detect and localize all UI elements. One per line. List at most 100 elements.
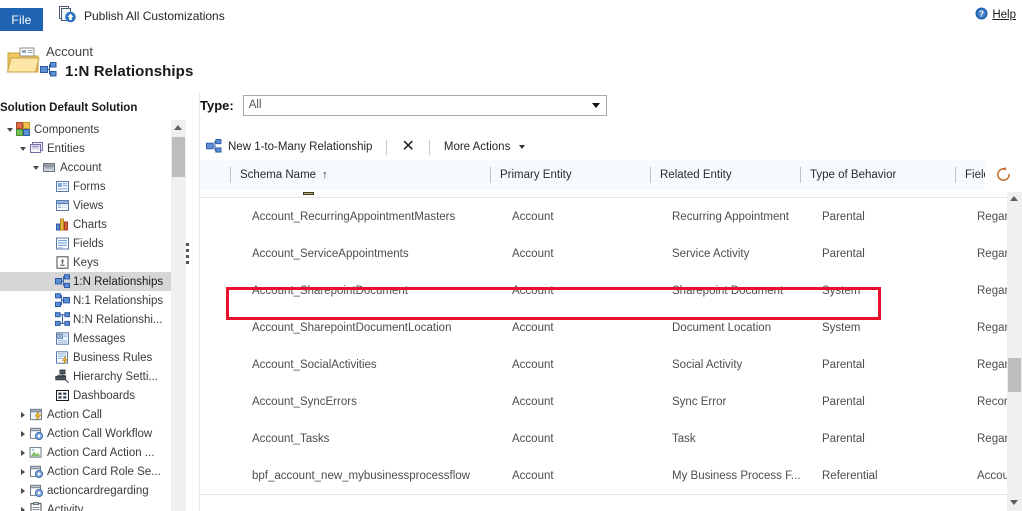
- page-header: Account 1:N Relationships: [0, 40, 1022, 126]
- scroll-up-arrow-icon[interactable]: [1010, 196, 1018, 201]
- sort-ascending-icon: ↑: [322, 169, 328, 181]
- many-to-one-icon: [54, 291, 71, 310]
- solution-tree-pane: Components Entities Account Forms Views Chart…: [0, 120, 171, 511]
- messages-icon: A: [54, 329, 71, 348]
- chevron-down-icon: [591, 102, 600, 108]
- sidebar-item-action-card-action[interactable]: Action Card Action ...: [0, 443, 171, 462]
- column-header-label: Primary Entity: [500, 169, 572, 181]
- cell-related-entity: My Business Process F...: [672, 469, 801, 482]
- sidebar-item-activity[interactable]: Activity: [0, 500, 171, 511]
- table-row[interactable]: Account_Tasks Account Task Parental Regard: [200, 420, 1015, 458]
- sidebar-item-charts[interactable]: Charts: [0, 215, 171, 234]
- sidebar-item-forms[interactable]: Forms: [0, 177, 171, 196]
- entity-gear-icon: [28, 462, 45, 481]
- column-divider: [490, 167, 491, 183]
- cell-related-entity: Task: [672, 432, 696, 445]
- sidebar-item-keys[interactable]: Keys: [0, 253, 171, 272]
- table-row[interactable]: Account_SyncErrors Account Sync Error Paren…: [200, 383, 1014, 421]
- scroll-down-arrow-icon[interactable]: [1010, 500, 1018, 505]
- grid-scrollbar-thumb[interactable]: [1008, 358, 1021, 392]
- solution-label: Solution Default Solution: [0, 102, 138, 114]
- publish-icon: [58, 5, 77, 27]
- sidebar-item-n-1-relationships[interactable]: N:1 Relationships: [0, 291, 171, 310]
- column-header-primary-entity[interactable]: Primary Entity: [490, 160, 572, 190]
- sidebar-item-label: Dashboards: [73, 389, 136, 402]
- sidebar-item-account[interactable]: Account: [0, 158, 171, 177]
- column-header-schema-name[interactable]: Schema Name ↑: [230, 160, 328, 190]
- cell-schema-name: Account_SharepointDocument: [252, 284, 408, 297]
- expander-closed-icon[interactable]: [17, 462, 28, 481]
- sidebar-item-fields[interactable]: Fields: [0, 234, 171, 253]
- sidebar-item-views[interactable]: Views: [0, 196, 171, 215]
- cell-behavior: Parental: [822, 358, 865, 371]
- table-row[interactable]: Account_SocialActivities Account Social Ac…: [200, 346, 1015, 384]
- entity-icon: [41, 158, 58, 177]
- sidebar-item-label: 1:N Relationships: [73, 275, 164, 288]
- sidebar-item-hierarchy-setti[interactable]: Hierarchy Setti...: [0, 367, 171, 386]
- cell-primary-entity: Account: [512, 358, 554, 371]
- sidebar-item-1-n-relationships[interactable]: 1:N Relationships: [0, 272, 171, 291]
- sidebar-item-action-call-workflow[interactable]: Action Call Workflow: [0, 424, 171, 443]
- sidebar-item-business-rules[interactable]: Business Rules: [0, 348, 171, 367]
- expander-open-icon[interactable]: [4, 120, 15, 139]
- publish-all-customizations-button[interactable]: Publish All Customizations: [54, 3, 229, 28]
- cell-primary-entity: Account: [512, 432, 554, 445]
- column-header-type-of-behavior[interactable]: Type of Behavior: [800, 160, 896, 190]
- cell-primary-entity: Account: [512, 321, 554, 334]
- table-row[interactable]: Account_SharepointDocument Account Sharepo…: [200, 272, 1015, 310]
- sidebar-item-label: Account: [60, 161, 102, 174]
- cell-behavior: Referential: [822, 469, 878, 482]
- sidebar-item-label: Action Call: [47, 408, 102, 421]
- pane-splitter-handle[interactable]: [186, 243, 189, 265]
- delete-button[interactable]: ✕: [395, 135, 420, 159]
- expander-closed-icon[interactable]: [17, 500, 28, 511]
- sidebar-scrollbar-thumb[interactable]: [172, 137, 185, 177]
- file-tab[interactable]: File: [0, 8, 43, 31]
- new-one-to-many-relationship-button[interactable]: New 1-to-Many Relationship: [200, 135, 378, 159]
- table-row[interactable]: Account_RecurringAppointmentMasters Accou…: [200, 198, 1015, 236]
- column-header-label: Schema Name: [240, 169, 317, 181]
- cell-schema-name: Account_SharepointDocumentLocation: [252, 321, 452, 334]
- scroll-up-arrow-icon[interactable]: [174, 125, 182, 130]
- entity-gear-icon: [28, 424, 45, 443]
- sidebar-scrollbar[interactable]: [171, 120, 186, 511]
- type-filter-select[interactable]: All: [242, 94, 607, 116]
- sidebar-item-dashboards[interactable]: Dashboards: [0, 386, 171, 405]
- help-link[interactable]: ? Help: [975, 7, 1016, 23]
- sidebar-item-action-card-role-se[interactable]: Action Card Role Se...: [0, 462, 171, 481]
- table-row[interactable]: Account_ServiceAppointments Account Servic…: [200, 235, 1015, 273]
- column-header-related-entity[interactable]: Related Entity: [650, 160, 732, 190]
- expander-closed-icon[interactable]: [17, 424, 28, 443]
- sidebar-item-actioncardregarding[interactable]: actioncardregarding: [0, 481, 171, 500]
- help-icon: ?: [975, 7, 988, 23]
- sidebar-item-n-n-relationshi[interactable]: N:N Relationshi...: [0, 310, 171, 329]
- sidebar-item-components[interactable]: Components: [0, 120, 171, 139]
- expander-closed-icon[interactable]: [17, 443, 28, 462]
- sidebar-item-label: Fields: [73, 237, 104, 250]
- sidebar-item-messages[interactable]: A Messages: [0, 329, 171, 348]
- column-divider: [230, 167, 231, 183]
- table-row[interactable]: Account_SharepointDocumentLocation Accoun…: [200, 309, 1015, 347]
- more-actions-button[interactable]: More Actions: [438, 135, 531, 159]
- sidebar-item-label: Charts: [73, 218, 107, 231]
- type-filter-row: Type: All: [200, 92, 607, 118]
- expander-open-icon[interactable]: [30, 158, 41, 177]
- sidebar-item-label: Activity: [47, 503, 84, 511]
- cell-primary-entity: Account: [512, 284, 554, 297]
- expander-closed-icon[interactable]: [17, 481, 28, 500]
- grid-toolbar: New 1-to-Many Relationship ✕ More Action…: [200, 134, 1022, 161]
- folder-icon: [6, 46, 40, 79]
- sidebar-item-entities[interactable]: Entities: [0, 139, 171, 158]
- cell-primary-entity: Account: [512, 210, 554, 223]
- expander-open-icon[interactable]: [17, 139, 28, 158]
- entities-icon: [28, 139, 45, 158]
- table-row-partial[interactable]: [200, 190, 1007, 198]
- fields-icon: [54, 234, 71, 253]
- table-row[interactable]: bpf_account_new_mybusinessprocessflow Acc…: [200, 457, 1015, 495]
- sidebar-item-action-call[interactable]: Action Call: [0, 405, 171, 424]
- cell-behavior: Parental: [822, 432, 865, 445]
- expander-closed-icon[interactable]: [17, 405, 28, 424]
- grid-scrollbar[interactable]: [1007, 190, 1022, 511]
